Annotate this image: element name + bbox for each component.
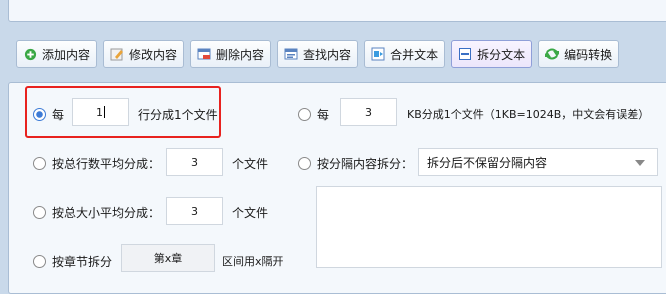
split-text-label: 拆分文本 [477,47,526,62]
total-size-input[interactable]: 3 [166,197,223,225]
split-by-chapter-radio[interactable] [33,255,46,268]
delete-content-button[interactable]: 删除内容 [190,40,272,68]
edit-content-button[interactable]: 修改内容 [103,40,185,68]
split-by-delimiter-label: 按分隔内容拆分： [317,157,414,171]
find-content-button[interactable]: 查找内容 [277,40,359,68]
total-lines-suffix: 个文件 [232,157,269,171]
kb-size-input[interactable]: 3 [340,98,397,126]
encoding-convert-button[interactable]: 编码转换 [538,40,620,68]
encoding-convert-label: 编码转换 [564,47,613,62]
split-by-kb-radio[interactable] [298,108,311,121]
delimiter-content-textarea[interactable] [316,186,662,268]
find-icon [284,47,298,61]
delete-icon [197,47,211,61]
toolbar: 添加内容 修改内容 删除内容 查找内容 合并文本 拆分文本 编码转换 [16,38,666,70]
delete-content-label: 删除内容 [216,47,265,62]
delimiter-mode-select[interactable]: 拆分后不保留分隔内容 [418,148,658,176]
chapter-pattern-value: 第x章 [153,252,183,265]
chapter-pattern-hint: 区间用x隔开 [222,255,284,268]
highlight-box [25,86,221,138]
top-panel [8,0,666,22]
edit-content-label: 修改内容 [129,47,178,62]
find-content-label: 查找内容 [303,47,352,62]
split-by-chapter-label: 按章节拆分 [52,255,113,269]
add-icon [23,47,37,61]
total-lines-input[interactable]: 3 [166,148,223,176]
total-lines-value: 3 [191,155,198,169]
split-by-kb-prefix: 每 [317,108,330,122]
merge-text-button[interactable]: 合并文本 [364,40,446,68]
edit-icon [110,47,124,61]
split-by-total-lines-radio[interactable] [33,157,46,170]
split-by-total-lines-label: 按总行数平均分成： [52,157,161,171]
total-size-value: 3 [191,204,198,218]
split-by-kb-suffix: KB分成1个文件（1KB=1024B，中文会有误差） [407,108,650,121]
convert-icon [545,47,560,61]
merge-icon [371,47,385,61]
delimiter-mode-value: 拆分后不保留分隔内容 [427,155,548,170]
add-content-label: 添加内容 [42,47,91,62]
add-content-button[interactable]: 添加内容 [16,40,98,68]
split-by-delimiter-radio[interactable] [298,157,311,170]
merge-text-label: 合并文本 [390,47,439,62]
chevron-down-icon [635,160,645,166]
chapter-pattern-input[interactable]: 第x章 [121,244,215,272]
kb-size-value: 3 [365,105,372,119]
total-size-suffix: 个文件 [232,206,269,220]
split-icon [458,47,472,61]
split-by-total-size-label: 按总大小平均分成： [52,206,161,220]
split-by-total-size-radio[interactable] [33,206,46,219]
split-text-button[interactable]: 拆分文本 [451,40,533,68]
